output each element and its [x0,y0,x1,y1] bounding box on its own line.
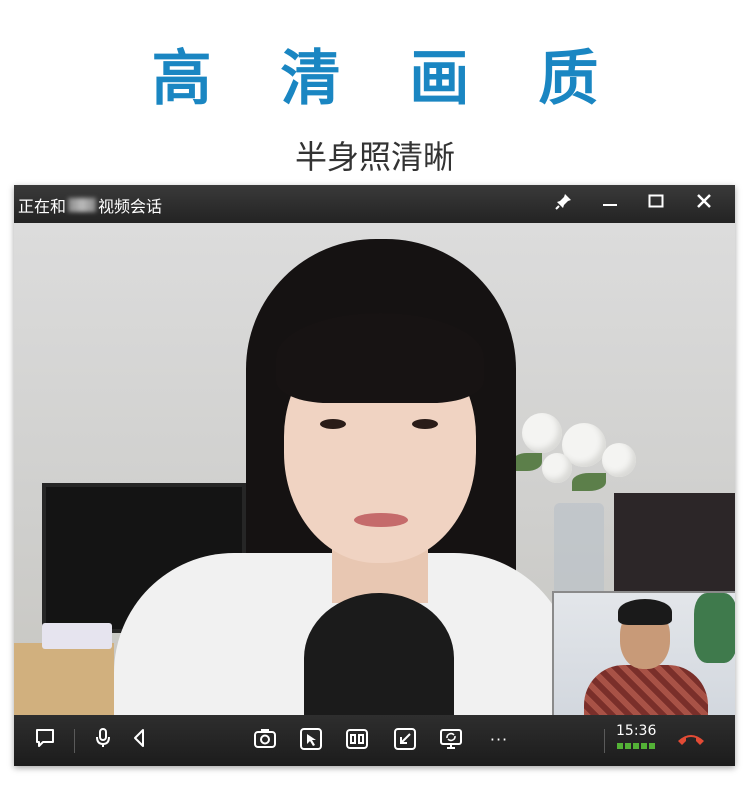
minimize-button[interactable] [588,185,632,217]
blurred-contact-name [68,198,97,212]
split-view-icon [346,729,368,749]
microphone-icon [96,728,110,747]
speaker-icon [134,729,144,747]
shrink-window-icon [394,728,416,750]
video-call-window: 正在和 视频会话 ··· 15:36 [14,185,735,766]
split-view-button[interactable] [344,727,370,753]
speaker-button[interactable] [126,727,152,753]
maximize-button[interactable] [634,185,678,217]
call-timer: 15:36 [616,723,657,739]
close-button[interactable] [682,185,726,217]
toolbar-divider [604,729,605,753]
screen-share-icon [440,729,462,749]
title-bar[interactable]: 正在和 视频会话 [14,185,735,223]
screenshot-button[interactable] [298,727,324,753]
close-icon [697,194,711,208]
signal-strength-icon [617,743,655,749]
pin-icon [555,194,571,210]
caller-bangs [276,313,484,403]
camera-button[interactable] [252,727,278,753]
maximize-icon [648,194,664,208]
page-subtitle: 半身照清晰 [294,138,455,176]
caller-right-eye [412,419,438,429]
screenshot-icon [300,728,322,750]
pip-plant [694,593,735,663]
window-title: 正在和 视频会话 [18,193,162,217]
chat-icon [36,729,54,747]
remote-video-feed[interactable] [14,223,735,715]
pip-person-shirt [584,665,708,715]
self-view-pip[interactable] [552,591,735,715]
hangup-button[interactable] [676,729,706,751]
shrink-window-button[interactable] [392,727,418,753]
caller-left-eye [320,419,346,429]
caller-mouth [354,513,408,527]
hangup-icon [678,735,704,745]
background-flowers [502,403,642,523]
minimize-icon [603,204,617,206]
more-button[interactable]: ··· [486,727,512,753]
microphone-button[interactable] [90,727,116,753]
chat-button[interactable] [32,727,58,753]
title-suffix: 视频会话 [98,197,163,216]
title-prefix: 正在和 [18,197,67,216]
toolbar-divider [74,729,75,753]
pip-person-hair [618,599,672,625]
screen-share-button[interactable] [438,727,464,753]
pin-button[interactable] [542,185,586,217]
background-keyboard [42,623,112,649]
background-desk [14,643,114,715]
call-toolbar: ··· 15:36 [14,715,735,766]
page-headline: 高 清 画 质 [151,44,623,114]
caller-top [304,593,454,715]
camera-icon [254,729,276,748]
